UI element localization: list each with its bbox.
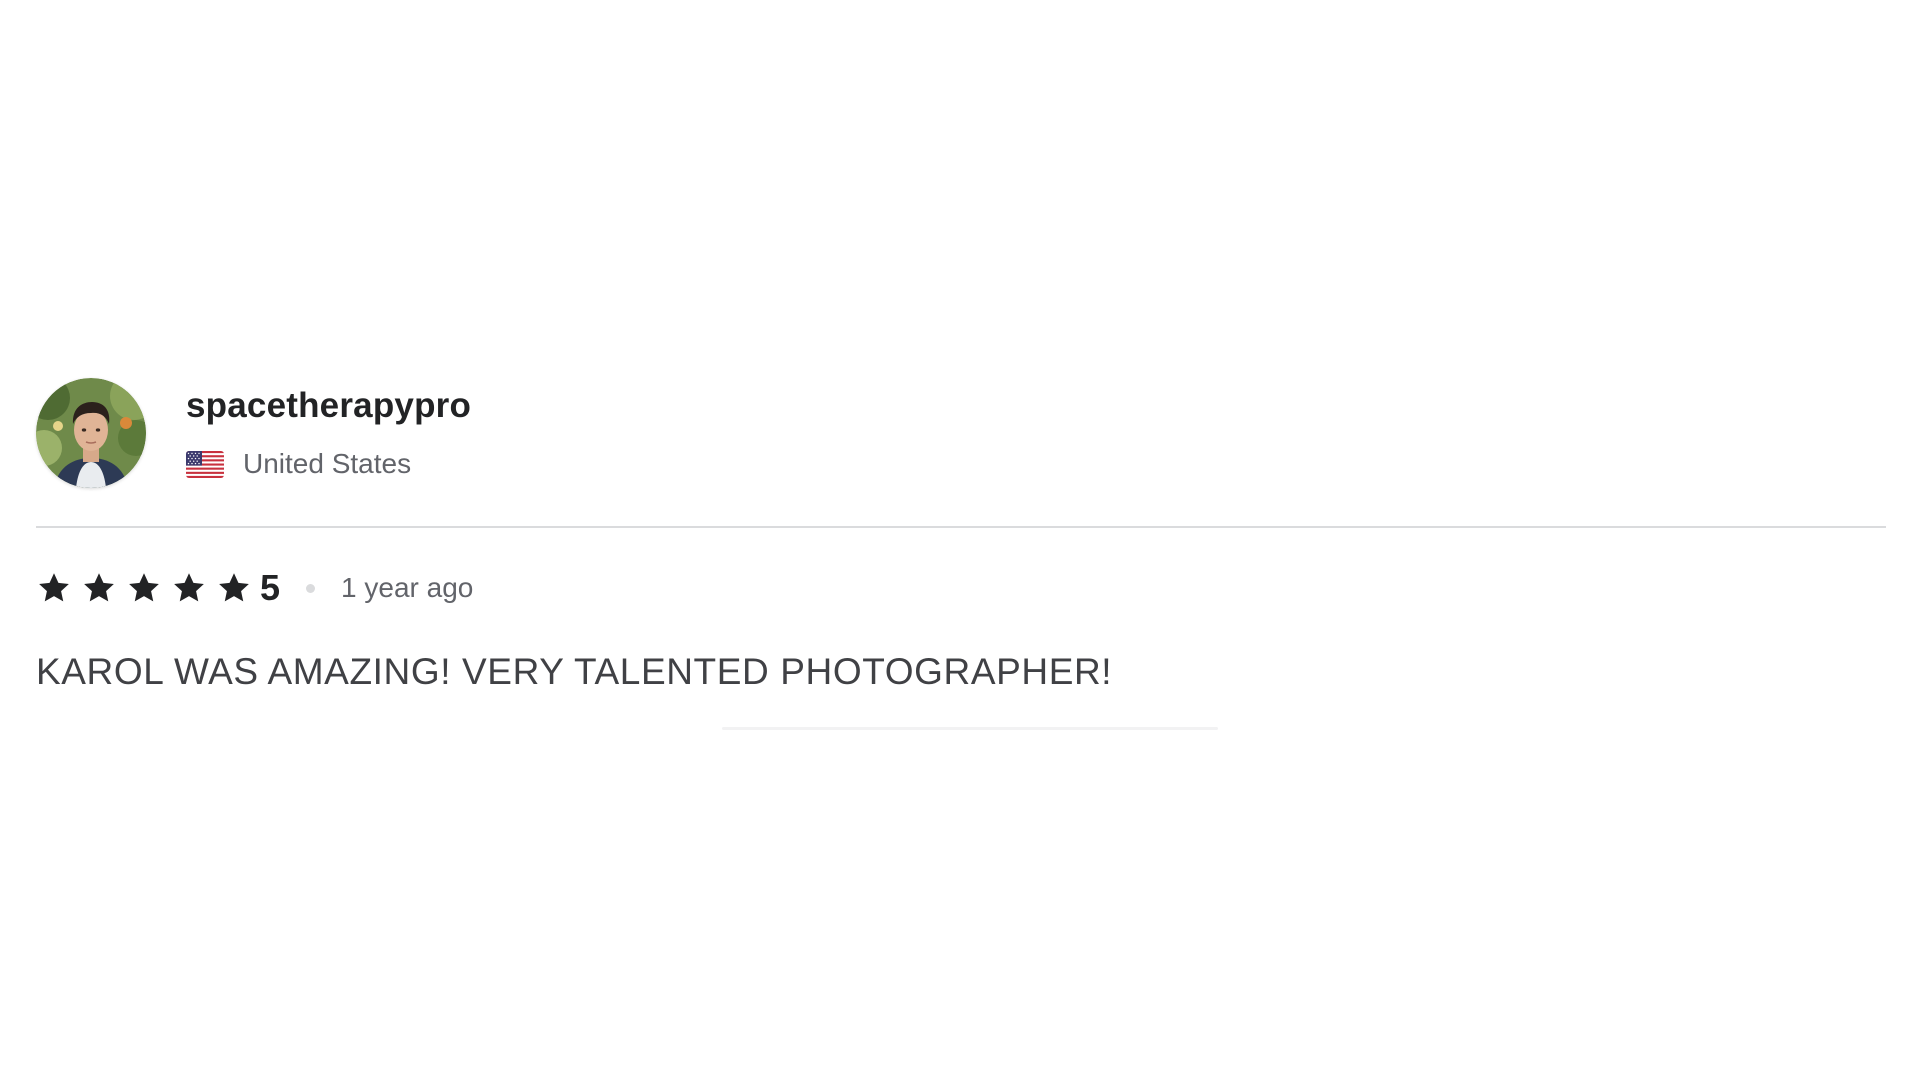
us-flag-icon <box>186 450 224 478</box>
reviewer-username[interactable]: spacetherapypro <box>186 388 471 423</box>
reviewer-country-row: United States <box>186 450 471 478</box>
review-text: KAROL WAS AMAZING! VERY TALENTED PHOTOGR… <box>36 651 1113 692</box>
review-card: spacetherapypro United States 5 1 year a… <box>36 377 1886 694</box>
star-icon <box>129 573 159 602</box>
rating-row: 5 1 year ago <box>36 566 1886 610</box>
star-icon <box>219 573 249 602</box>
star-icon <box>174 573 204 602</box>
faint-divider <box>722 727 1218 730</box>
reviewer-info: spacetherapypro United States <box>186 388 471 478</box>
star-icon <box>39 573 69 602</box>
reviewer-header: spacetherapypro United States <box>36 377 1886 489</box>
reviewer-country: United States <box>243 448 412 479</box>
avatar[interactable] <box>36 378 146 488</box>
separator-dot <box>306 583 316 593</box>
rating-stars <box>36 570 261 606</box>
review-divider <box>36 526 1886 528</box>
rating-value: 5 <box>260 567 281 608</box>
avatar-image <box>36 378 146 488</box>
review-time: 1 year ago <box>341 572 474 603</box>
star-icon <box>84 573 114 602</box>
